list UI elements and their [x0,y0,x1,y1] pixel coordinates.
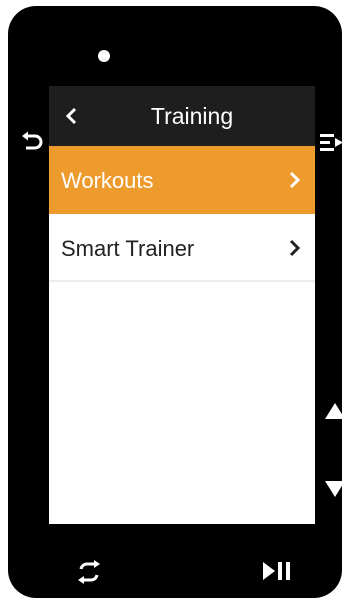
chevron-right-icon [287,168,303,192]
arrow-down-icon[interactable] [324,480,346,498]
play-pause-icon[interactable] [262,560,292,582]
menu-item-label: Workouts [61,168,154,193]
display-screen: Training Workouts Smart Trainer [49,86,315,524]
chevron-right-icon [287,236,303,260]
lap-loop-icon[interactable] [76,560,102,584]
menu-item-label: Smart Trainer [61,236,195,261]
page-title: Training [150,103,234,129]
menu-item-workouts[interactable]: Workouts [49,146,315,214]
title-bar: Training [49,86,315,146]
menu-list-icon[interactable] [320,132,344,154]
ambient-light-sensor [98,50,110,62]
arrow-up-icon[interactable] [324,402,346,420]
back-icon[interactable] [20,130,44,154]
menu-item-smart-trainer[interactable]: Smart Trainer [49,214,315,282]
